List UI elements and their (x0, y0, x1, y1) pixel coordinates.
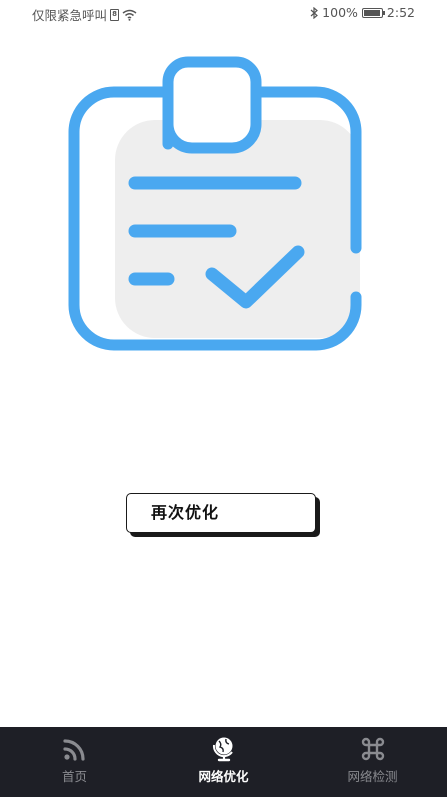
reoptimize-button[interactable]: 再次优化 (126, 493, 316, 533)
globe-icon (211, 736, 237, 762)
bottom-tab-bar: 首页 网络优化 网络检测 (0, 727, 447, 797)
status-time: 2:52 (386, 5, 415, 20)
sim-icon: 8 (110, 8, 120, 21)
rss-icon (62, 736, 88, 762)
tab-network-test[interactable]: 网络检测 (298, 727, 447, 797)
tab-label: 网络优化 (198, 769, 249, 784)
tab-home[interactable]: 首页 (0, 727, 149, 797)
tab-label: 首页 (61, 769, 87, 784)
carrier-text: 仅限紧急呼叫 (32, 8, 108, 23)
command-icon (360, 736, 386, 762)
battery-icon (361, 7, 385, 18)
battery-percent: 100% (322, 5, 358, 20)
bluetooth-icon (310, 6, 319, 19)
clipboard-check-icon (68, 56, 362, 351)
clipboard-clip (162, 56, 262, 154)
tab-label: 网络检测 (347, 769, 398, 784)
tab-network-optimize[interactable]: 网络优化 (149, 727, 298, 797)
wifi-icon (122, 9, 137, 21)
status-bar: 仅限紧急呼叫 8 100% 2:52 (0, 0, 447, 26)
